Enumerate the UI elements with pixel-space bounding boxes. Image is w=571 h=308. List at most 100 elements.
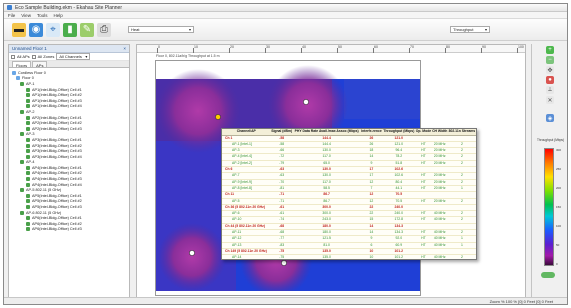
app-window: Eco Sample Building.ekm - Ekahau Site Pl… [3,3,568,305]
show-checkbox[interactable] [11,54,15,59]
tooltip-cell: 135.0 [292,254,361,259]
play-survey-button[interactable] [541,272,555,278]
view-select[interactable]: Heat ▾ [128,26,194,33]
access-point-marker[interactable] [189,250,195,256]
tooltip-cell: 20 MHz [431,185,448,193]
menu-bar: File View Tools Help [4,12,567,19]
chevron-down-icon: ▾ [484,27,487,32]
menu-file[interactable]: File [8,13,15,18]
access-point-icon [26,193,30,198]
tree-item-label: AP6(Intel-Bldg-Office) Cell #1 [32,216,82,221]
tree-item-label: AP1(Intel-Bldg-Office) Cell #1 [32,87,82,92]
barchart-icon[interactable]: ▮ [63,22,77,37]
floor-header-label: Unnamed Floor 1 [12,46,47,51]
access-point-icon [20,160,24,165]
ap-row: AP-14 -75 135.0 10 101.2 HT 40 MHz 2 [222,254,476,259]
ruler-label: 70 [410,45,414,49]
access-point-marker[interactable] [303,99,309,105]
tree-item-label: AP-6 802.11 (5 GHz) [26,210,62,215]
legend-label: 300 [556,148,562,152]
tooltip-cell: 40 MHz [431,242,448,249]
access-point-icon [26,216,30,221]
menu-view[interactable]: View [21,13,31,18]
access-point-icon [26,154,30,159]
tree-item-label: AP1(Intel-Bldg-Office) Cell #2 [32,93,82,98]
tree-item-label: AP3(Intel-Bldg-Office) Cell #3 [32,149,82,154]
tooltip-cell: -75 [270,254,293,259]
access-point-icon [20,188,24,193]
color-legend [544,148,554,266]
tree-item-label: AP4(Intel-Bldg-Office) Cell #4 [32,182,82,187]
ruler-label: 60 [374,45,378,49]
tree-item-label: AP-4 [26,160,35,165]
tooltip-cell: 40 MHz [431,235,448,243]
floor-icon [16,76,20,81]
tooltip-cell: 101.2 [382,254,416,259]
tree-item-label: AP1(Intel-Bldg-Office) Cell #4 [32,104,82,109]
report-icon[interactable]: ✎ [80,22,94,37]
zoom-out-icon[interactable]: − [546,56,554,64]
tooltip-cell: 20 MHz [431,198,448,205]
menu-help[interactable]: Help [53,13,62,18]
tree-item-label: AP4(Intel-Bldg-Office) Cell #2 [32,171,82,176]
tree-item-label: AP-3 [26,132,35,137]
window-title: Eco Sample Building.ekm - Ekahau Site Pl… [15,4,123,11]
access-point-icon [26,104,30,109]
channel-select[interactable]: All Channels ▾ [56,53,91,60]
tab-floors[interactable]: Floors [12,61,32,68]
tooltip-cell: 40 MHz [431,229,448,237]
zone-checkbox[interactable] [31,54,36,59]
ap-tree: Cordless Floor 0 Floor 0 AP-1 AP1(Intel-Bld… [9,68,129,234]
channel-select-value: All Channels [59,54,82,59]
access-point-icon [26,137,30,142]
zoom-in-icon[interactable]: + [546,46,554,54]
tab-aps[interactable]: APs [32,61,48,68]
printer-icon[interactable]: ⎙ [97,22,111,37]
access-point-icon [26,165,30,170]
floor-header: Unnamed Floor 1 × [9,45,129,53]
open-folder-icon[interactable]: ▬ [12,22,26,37]
tooltip-cell: 20 MHz [431,172,448,180]
status-bar: Zoom % 100 % [0] 0 Feet [0] 0 Feet [4,297,567,304]
tree-item-label: AP5(Intel-Bldg-Office) Cell #1 [32,193,82,198]
ruler-icon[interactable]: ⟂ [546,86,554,94]
zone-label: All Zones [37,54,55,59]
chevron-down-icon: ▾ [188,27,191,32]
ruler-label: 10 [194,45,198,49]
tree-item-label: AP6(Intel-Bldg-Office) Cell #3 [32,227,82,232]
floor-icon [12,70,16,75]
left-panel: Unnamed Floor 1 × All APs All Zones All … [8,44,130,302]
access-point-marker[interactable] [281,260,287,266]
access-point-icon [26,98,30,103]
marker-icon[interactable]: ● [546,76,554,84]
tree-item-label: Cordless Floor 0 [18,70,46,75]
tree-item-label: AP2(Intel-Bldg-Office) Cell #2 [32,121,82,126]
pan-icon[interactable]: ✥ [546,66,554,74]
ap-details-tooltip: Channel/AP Signal (dBm) PHY Data Rate Avai… [221,128,477,260]
legend-label: 200 [556,186,562,190]
tooltip-cell: 20 MHz [431,141,448,149]
tooltip-cell: 2 [447,254,476,259]
close-icon[interactable]: × [123,46,126,51]
tree-item[interactable]: AP6(Intel-Bldg-Office) Cell #3 [12,227,126,233]
menu-tools[interactable]: Tools [37,13,48,18]
filter-row: All APs All Zones All Channels ▾ [9,53,129,61]
view-select-value: Heat [131,27,140,32]
tooltip-cell: AP-14 [222,254,271,259]
tree-item-label: AP2(Intel-Bldg-Office) Cell #3 [32,126,82,131]
access-point-marker[interactable] [215,114,221,120]
legend-label: 50 [556,243,560,247]
delete-icon[interactable]: ✕ [546,96,554,104]
survey-icon[interactable]: ⌖ [46,22,60,37]
access-point-icon [26,205,30,210]
access-point-icon [26,93,30,98]
tree-item-label: AP5(Intel-Bldg-Office) Cell #2 [32,199,82,204]
access-point-icon [26,126,30,131]
tooltip-cell: 40 MHz [431,216,448,224]
access-point-icon [26,221,30,226]
visualization-select[interactable]: Throughput ▾ [450,26,490,33]
visualization-icon[interactable]: ◈ [546,114,554,122]
network-icon[interactable]: ◉ [29,22,43,37]
ruler-label: 40 [302,45,306,49]
access-point-icon [26,87,30,92]
